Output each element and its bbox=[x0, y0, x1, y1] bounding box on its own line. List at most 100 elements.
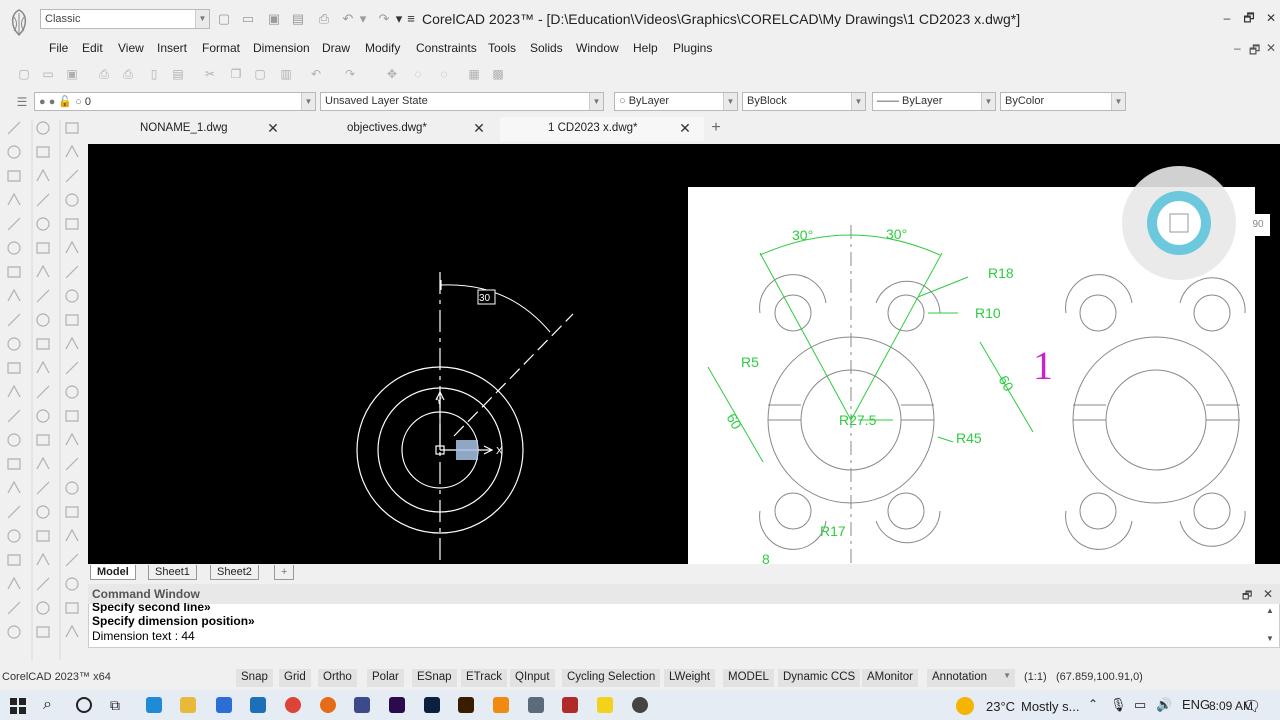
chevron-down-icon[interactable]: ▼ bbox=[851, 93, 865, 110]
printstyle-combo[interactable]: ByColor ▼ bbox=[1000, 92, 1126, 111]
tab-noname[interactable]: NONAME_1.dwg bbox=[88, 117, 292, 141]
new-icon[interactable]: ▢ bbox=[216, 11, 232, 27]
tool-icon[interactable] bbox=[7, 433, 21, 447]
chevron-down-icon[interactable]: ▼ bbox=[301, 93, 315, 110]
ortho-toggle[interactable]: Ortho bbox=[318, 669, 357, 687]
tool-icon[interactable] bbox=[36, 409, 50, 423]
drawing-canvas[interactable]: X Y 30 30° 30° R18 R10 R5 60 60 R27.5 R4… bbox=[88, 144, 1280, 564]
mail-icon[interactable] bbox=[250, 697, 266, 713]
menu-modify[interactable]: Modify bbox=[365, 41, 400, 55]
tool-icon[interactable] bbox=[65, 144, 79, 158]
tool-icon[interactable] bbox=[36, 456, 50, 470]
tool-icon[interactable] bbox=[65, 169, 79, 183]
tool-icon[interactable] bbox=[7, 480, 21, 494]
tool-icon[interactable] bbox=[7, 121, 21, 135]
tool-icon[interactable] bbox=[36, 168, 50, 182]
annotation-toggle[interactable]: Annotation ▼ bbox=[927, 669, 1015, 687]
zoom-realtime-icon[interactable]: ◌ bbox=[410, 66, 426, 82]
tool-icon[interactable] bbox=[36, 289, 50, 303]
doc-restore-button[interactable]: 🗗 bbox=[1249, 41, 1260, 62]
menu-edit[interactable]: Edit bbox=[82, 41, 103, 55]
menu-insert[interactable]: Insert bbox=[157, 41, 187, 55]
properties-icon[interactable]: ▦ bbox=[466, 66, 482, 82]
menu-plugins[interactable]: Plugins bbox=[673, 41, 712, 55]
tool-icon[interactable] bbox=[36, 505, 50, 519]
esnap-toggle[interactable]: ESnap bbox=[412, 669, 457, 687]
store-icon[interactable] bbox=[216, 697, 232, 713]
menu-format[interactable]: Format bbox=[202, 41, 240, 55]
tool-icon[interactable] bbox=[7, 288, 21, 302]
tool-icon[interactable] bbox=[65, 218, 79, 230]
tool-icon[interactable] bbox=[36, 577, 50, 591]
tool-icon[interactable] bbox=[65, 265, 79, 279]
print-preview-icon[interactable]: ⎙ bbox=[120, 66, 136, 82]
tool-icon[interactable] bbox=[7, 384, 21, 398]
tool-icon[interactable] bbox=[36, 217, 50, 231]
add-sheet-button[interactable]: + bbox=[274, 565, 295, 580]
print-icon[interactable]: ⎙ bbox=[316, 11, 332, 27]
menu-help[interactable]: Help bbox=[633, 41, 658, 55]
menu-solids[interactable]: Solids bbox=[530, 41, 563, 55]
language-icon[interactable]: ENG bbox=[1182, 697, 1210, 712]
chevron-down-icon[interactable]: ▼ bbox=[723, 93, 737, 110]
tool-icon[interactable] bbox=[7, 217, 21, 231]
premiere-icon[interactable] bbox=[389, 697, 405, 713]
chevron-down-icon[interactable]: ▼ bbox=[589, 93, 603, 110]
cortana-icon[interactable] bbox=[76, 697, 92, 713]
illustrator-icon[interactable] bbox=[458, 697, 474, 713]
save-all-icon[interactable]: ▤ bbox=[290, 11, 306, 27]
cmd-close-button[interactable]: ✕ bbox=[1263, 587, 1273, 601]
open-icon[interactable]: ▭ bbox=[40, 66, 56, 82]
tool-icon[interactable] bbox=[7, 458, 21, 470]
tray-chevron-icon[interactable]: ⌃ bbox=[1088, 697, 1098, 711]
app-icon[interactable] bbox=[354, 697, 370, 713]
match-props-icon[interactable]: ▥ bbox=[278, 66, 294, 82]
corelcad-taskbar-icon[interactable] bbox=[562, 697, 578, 713]
tool-icon[interactable] bbox=[7, 529, 21, 543]
restore-button[interactable]: 🗗 bbox=[1238, 8, 1260, 28]
plot-icon[interactable]: ▤ bbox=[170, 66, 186, 82]
close-tab-icon[interactable]: ✕ bbox=[679, 121, 691, 135]
tool-icon[interactable] bbox=[65, 528, 79, 542]
tool-icon[interactable] bbox=[65, 361, 79, 375]
save-icon[interactable]: ▣ bbox=[266, 11, 282, 27]
snap-toggle[interactable]: Snap bbox=[236, 669, 273, 687]
tool-icon[interactable] bbox=[65, 624, 79, 638]
task-view-icon[interactable]: ⧉ bbox=[110, 697, 120, 714]
cut-icon[interactable]: ✂ bbox=[202, 66, 218, 82]
layer-manager-icon[interactable]: ☰ bbox=[14, 94, 30, 110]
tool-icon[interactable] bbox=[36, 146, 50, 158]
vlc-icon[interactable] bbox=[493, 697, 509, 713]
tool-icon[interactable] bbox=[7, 313, 21, 327]
tab-model[interactable]: Model bbox=[90, 565, 136, 580]
open-icon[interactable]: ▭ bbox=[240, 11, 256, 27]
tool-icon[interactable] bbox=[36, 530, 50, 542]
polar-toggle[interactable]: Polar bbox=[367, 669, 404, 687]
tool-icon[interactable] bbox=[7, 554, 21, 566]
close-tab-icon[interactable]: ✕ bbox=[473, 121, 485, 135]
paste-icon[interactable]: ▢ bbox=[252, 66, 268, 82]
cycling-selection-toggle[interactable]: Cycling Selection bbox=[562, 669, 661, 687]
view-cube[interactable] bbox=[1120, 164, 1238, 282]
new-tab-button[interactable]: + bbox=[706, 119, 726, 137]
tool-icon[interactable] bbox=[36, 552, 50, 566]
lineweight-combo[interactable]: —— ByLayer ▼ bbox=[872, 92, 996, 111]
weather-icon[interactable] bbox=[956, 697, 974, 715]
close-tab-icon[interactable]: ✕ bbox=[267, 121, 279, 135]
tool-icon[interactable] bbox=[36, 601, 50, 615]
tool-icon[interactable] bbox=[65, 289, 79, 303]
design-resources-icon[interactable]: ▩ bbox=[490, 66, 506, 82]
workspace-combo[interactable]: Classic ▼ bbox=[40, 9, 210, 29]
tool-icon[interactable] bbox=[36, 626, 50, 638]
volume-icon[interactable]: 🔊 bbox=[1156, 697, 1172, 713]
tool-icon[interactable] bbox=[36, 193, 50, 207]
menu-view[interactable]: View bbox=[118, 41, 144, 55]
tool-icon[interactable] bbox=[7, 505, 21, 519]
etrack-toggle[interactable]: ETrack bbox=[461, 669, 507, 687]
chrome-icon[interactable] bbox=[285, 697, 301, 713]
edge-icon[interactable] bbox=[146, 697, 162, 713]
lweight-toggle[interactable]: LWeight bbox=[664, 669, 716, 687]
sticky-notes-icon[interactable] bbox=[597, 697, 613, 713]
menu-window[interactable]: Window bbox=[576, 41, 619, 55]
tool-icon[interactable] bbox=[7, 601, 21, 615]
